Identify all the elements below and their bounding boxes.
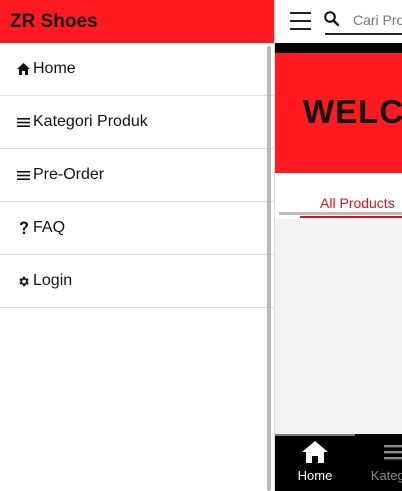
menu-icon[interactable] (290, 12, 311, 30)
drawer-item-label: Kategori Produk (33, 113, 148, 130)
app-title: ZR Shoes (10, 10, 98, 32)
tab-indicator (300, 216, 402, 218)
question-icon (15, 220, 32, 236)
drawer-item-label: Login (33, 272, 73, 289)
drawer-header: ZR Shoes (0, 0, 274, 43)
search-input[interactable] (353, 9, 402, 31)
bottom-nav-label: Home (297, 468, 333, 483)
top-app-bar (275, 0, 402, 43)
tab-track (279, 212, 402, 215)
navigation-drawer: ZR Shoes Home Kategori Produk Pre-Order … (0, 0, 275, 491)
drawer-item-faq[interactable]: FAQ (0, 202, 275, 255)
bottom-nav-label: Kategori (370, 468, 402, 483)
search-underline (325, 33, 402, 35)
menu-lines-icon (382, 440, 402, 464)
drawer-item-pre-order[interactable]: Pre-Order (0, 149, 275, 202)
search-icon[interactable] (323, 10, 341, 28)
product-tabs: All Products (275, 173, 402, 219)
drawer-scrollbar[interactable] (267, 46, 271, 491)
welcome-banner: WELCOME (275, 53, 402, 173)
bottom-navigation: Home Kategori (275, 434, 402, 491)
drawer-item-label: Pre-Order (33, 166, 105, 183)
header-divider (275, 43, 402, 53)
drawer-item-login[interactable]: Login (0, 255, 275, 308)
drawer-item-label: Home (33, 60, 76, 77)
banner-text: WELCOME (303, 93, 402, 130)
drawer-item-home[interactable]: Home (0, 43, 275, 96)
bottom-nav-home[interactable]: Home (295, 434, 335, 491)
drawer-item-label: FAQ (33, 219, 66, 236)
menu-lines-icon (15, 114, 32, 130)
drawer-menu: Home Kategori Produk Pre-Order FAQ Login (0, 43, 275, 308)
home-icon (302, 440, 328, 464)
main-page: WELCOME All Products Home Kategori (275, 0, 402, 491)
gear-icon (15, 273, 32, 289)
home-icon (15, 61, 32, 77)
bottom-nav-kategori[interactable]: Kategori (370, 434, 402, 491)
menu-lines-icon (15, 167, 32, 183)
drawer-item-kategori-produk[interactable]: Kategori Produk (0, 96, 275, 149)
tab-all-products[interactable]: All Products (320, 195, 395, 211)
